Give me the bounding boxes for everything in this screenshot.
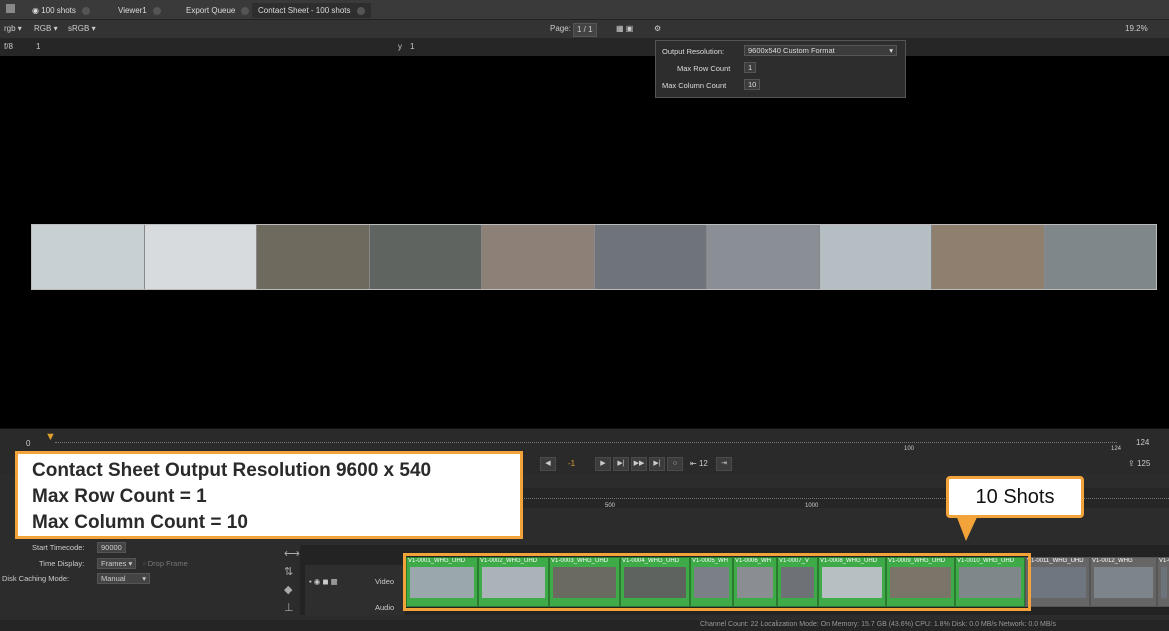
contact-sheet-strip — [31, 224, 1157, 290]
clip-thumbnail — [1094, 567, 1153, 598]
contact-sheet-frame — [144, 225, 257, 289]
end-frame-field[interactable]: 124 — [1136, 437, 1149, 449]
layer-dropdown[interactable]: rgb ▾ — [4, 23, 22, 35]
loop-button[interactable]: ○ — [667, 457, 683, 471]
tab-bar: ◉ 100 shots Viewer1 Export Queue Contact… — [0, 0, 1169, 20]
colorspace-dropdown[interactable]: sRGB ▾ — [68, 23, 96, 35]
step-forward-increment-button[interactable]: ⇥ — [716, 457, 732, 471]
output-resolution-label: Output Resolution: — [662, 47, 725, 56]
contact-sheet-frame — [482, 225, 595, 289]
annotation-line-3: Max Column Count = 10 — [32, 512, 248, 533]
start-timecode-field[interactable]: 90000 — [97, 542, 126, 553]
disk-caching-label: Disk Caching Mode: — [2, 574, 70, 583]
timeline-clip[interactable]: V1-0012_WHG — [1090, 557, 1157, 607]
clip-thumbnail — [1161, 567, 1167, 598]
status-bar: Channel Count: 22 Localization Mode: On … — [0, 620, 1169, 631]
callout-label: 10 Shots — [975, 486, 1055, 508]
close-icon[interactable] — [356, 6, 365, 15]
clip-label: V1-0 — [1159, 558, 1169, 564]
video-track-header: ▪ ◉ ◼ ▦ Video Audio — [305, 565, 405, 615]
contact-sheet-frame — [1044, 225, 1156, 289]
close-icon[interactable] — [241, 6, 250, 15]
play-backward-button[interactable]: ◀ — [540, 457, 556, 471]
eye-icon: ◉ — [32, 6, 42, 15]
viewer-toolbar: rgb ▾ RGB ▾ sRGB ▾ Page: 1 / 1 ▦ ▣ ⚙ 19.… — [0, 20, 1169, 38]
callout-pointer — [956, 515, 978, 541]
zoom-value[interactable]: 19.2% — [1125, 23, 1148, 35]
close-icon[interactable] — [81, 6, 90, 15]
contact-sheet-frame — [707, 225, 820, 289]
page-label: Page: — [550, 24, 571, 33]
audio-track-label: Audio — [375, 603, 395, 612]
sequence-settings-panel: Start Timecode: 90000 Time Display: Fram… — [0, 536, 290, 616]
clip-label: V1-0011_WHG_UHD — [1027, 558, 1084, 564]
drop-frame-checkbox[interactable]: ▫ Drop Frame — [143, 559, 188, 568]
scrub-start: 0 — [26, 439, 31, 448]
timeline-tick-500: 500 — [605, 503, 616, 509]
output-resolution-dropdown[interactable]: 9600x540 Custom Format ▾ — [744, 45, 897, 56]
go-to-end-button[interactable]: ▶| — [649, 457, 665, 471]
frame-value[interactable]: 1 — [36, 41, 40, 53]
tab-contact-sheet[interactable]: Contact Sheet - 100 shots — [252, 3, 371, 18]
tab-100-shots[interactable]: ◉ 100 shots — [26, 3, 96, 18]
y-value[interactable]: 1 — [410, 41, 414, 53]
annotation-line-2: Max Row Count = 1 — [32, 486, 207, 507]
play-forward-button[interactable]: ▶ — [595, 457, 611, 471]
time-display-dropdown[interactable]: Frames ▾ — [97, 558, 137, 569]
resolution-annotation-box: Contact Sheet Output Resolution 9600 x 5… — [15, 451, 523, 539]
contact-sheet-frame — [32, 225, 145, 289]
contact-sheet-frame — [369, 225, 482, 289]
scrub-bar[interactable]: 0 ▼ 100 124 124 — [0, 428, 1169, 453]
annotation-line-1: Contact Sheet Output Resolution 9600 x 5… — [32, 460, 432, 481]
timeline-clip[interactable]: V1-0 — [1157, 557, 1169, 607]
timeline-clip[interactable]: V1-0011_WHG_UHD — [1025, 557, 1090, 607]
video-track-label: Video — [375, 577, 395, 586]
step-forward-button[interactable]: ▶| — [613, 457, 629, 471]
current-frame[interactable]: -1 — [568, 458, 575, 470]
output-settings-popup: Output Resolution: 9600x540 Custom Forma… — [655, 40, 906, 98]
shots-highlight-frame — [403, 553, 1031, 611]
out-frame-field[interactable]: ⇪ 125 — [1128, 458, 1150, 470]
panel-menu-icon[interactable] — [6, 4, 15, 13]
y-label: y — [398, 42, 402, 51]
tab-viewer1[interactable]: Viewer1 — [112, 3, 167, 18]
gear-icon[interactable]: ⚙ — [654, 23, 661, 35]
max-column-field[interactable]: 10 — [744, 79, 761, 90]
close-icon[interactable] — [152, 6, 161, 15]
next-cut-button[interactable]: ▶▶ — [631, 457, 647, 471]
layout-icon[interactable]: ▦ ▣ — [616, 23, 633, 35]
track-toggles-icon[interactable]: ▪ ◉ ◼ ▦ — [309, 577, 338, 586]
step-field[interactable]: ⇤ 12 — [690, 458, 708, 470]
max-column-label: Max Column Count — [662, 81, 727, 90]
max-row-label: Max Row Count — [677, 64, 731, 73]
fstop-value[interactable]: f/8 — [4, 41, 13, 53]
viewer-ruler: f/8 1 y 1 — [0, 38, 1169, 57]
time-display-label: Time Display: — [39, 559, 85, 568]
channels-dropdown[interactable]: RGB ▾ — [34, 23, 58, 35]
upload-icon: ⇪ — [1128, 459, 1135, 468]
contact-sheet-frame — [932, 225, 1045, 289]
page-field[interactable]: 1 / 1 — [573, 23, 597, 37]
contact-sheet-frame — [819, 225, 932, 289]
clip-thumbnail — [1029, 567, 1086, 598]
shots-callout: 10 Shots — [946, 476, 1084, 518]
clip-label: V1-0012_WHG — [1092, 558, 1133, 564]
contact-sheet-frame — [594, 225, 707, 289]
status-text: Channel Count: 22 Localization Mode: On … — [700, 621, 1056, 628]
contact-sheet-frame — [257, 225, 370, 289]
tab-export-queue[interactable]: Export Queue — [180, 3, 255, 18]
max-row-field[interactable]: 1 — [744, 62, 757, 73]
scrub-track[interactable] — [55, 442, 1117, 444]
timeline-tick-1000: 1000 — [805, 503, 819, 509]
disk-caching-dropdown[interactable]: Manual ▾ — [97, 573, 150, 584]
start-timecode-label: Start Timecode: — [32, 543, 85, 552]
